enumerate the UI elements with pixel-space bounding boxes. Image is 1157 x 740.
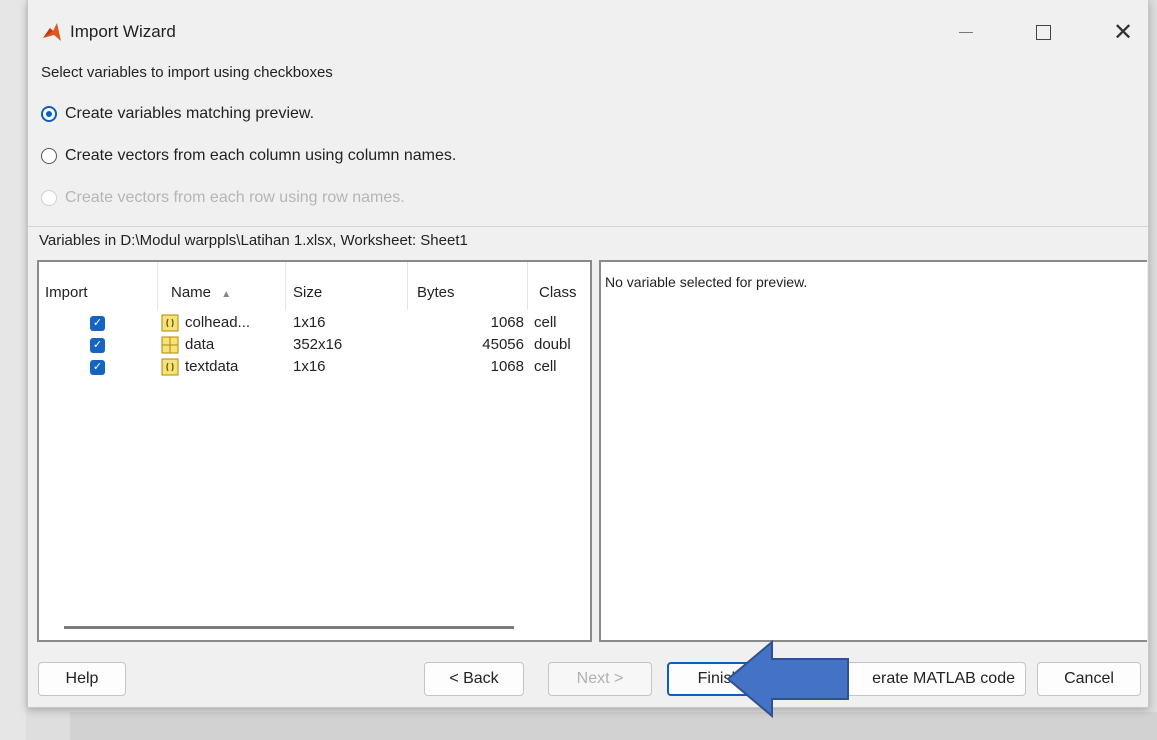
variable-bytes: 1068 xyxy=(490,358,524,375)
radio-label: Create vectors from each column using co… xyxy=(65,147,457,164)
column-header-class[interactable]: Class xyxy=(539,284,577,301)
radio-button-disabled xyxy=(41,190,57,206)
maximize-icon xyxy=(1035,24,1051,40)
instruction-text: Select variables to import using checkbo… xyxy=(41,64,333,81)
minimize-icon xyxy=(959,31,973,33)
preview-panel: No variable selected for preview. xyxy=(599,260,1147,642)
variable-bytes: 45056 xyxy=(482,336,524,353)
matlab-logo-icon xyxy=(43,23,61,41)
cancel-button[interactable]: Cancel xyxy=(1037,662,1141,696)
back-button[interactable]: < Back xyxy=(424,662,524,696)
column-divider xyxy=(157,262,158,310)
preview-message: No variable selected for preview. xyxy=(605,274,808,290)
column-header-bytes[interactable]: Bytes xyxy=(417,284,455,301)
column-header-label: Name xyxy=(171,284,212,301)
background-area xyxy=(0,0,26,740)
variable-name: textdata xyxy=(185,358,239,375)
import-checkbox[interactable]: ✓ xyxy=(90,360,105,375)
radio-label: Create variables matching preview. xyxy=(65,105,315,122)
import-checkbox[interactable]: ✓ xyxy=(90,338,105,353)
column-divider xyxy=(285,262,286,310)
variables-table[interactable]: Import Name ▲ Size Bytes Class ✓ colhead… xyxy=(37,260,592,642)
variable-size: 1x16 xyxy=(293,358,326,375)
horizontal-scrollbar[interactable] xyxy=(64,626,514,629)
annotation-arrow-icon xyxy=(726,640,849,718)
close-button[interactable]: ✕ xyxy=(1103,16,1143,48)
radio-label: Create vectors from each row using row n… xyxy=(65,189,405,206)
cell-icon xyxy=(161,358,179,376)
variable-size: 352x16 xyxy=(293,336,343,353)
column-header-size[interactable]: Size xyxy=(293,284,322,301)
next-button: Next > xyxy=(548,662,652,696)
variables-source-label: Variables in D:\Modul warppls\Latihan 1.… xyxy=(39,232,468,249)
sort-ascending-icon: ▲ xyxy=(221,289,232,300)
help-button[interactable]: Help xyxy=(38,662,126,696)
radio-create-columns[interactable]: Create vectors from each column using co… xyxy=(41,147,456,165)
window-title: Import Wizard xyxy=(70,22,176,41)
column-header-name[interactable]: Name ▲ xyxy=(171,284,231,301)
variable-name: data xyxy=(185,336,215,353)
background-taskbar-area xyxy=(70,712,1157,740)
column-divider xyxy=(527,262,528,310)
close-icon: ✕ xyxy=(1112,18,1134,46)
variable-size: 1x16 xyxy=(293,314,326,331)
title-bar[interactable]: Import Wizard ✕ xyxy=(28,0,1148,62)
variable-class: cell xyxy=(534,314,557,331)
matrix-icon xyxy=(161,336,179,354)
minimize-button[interactable] xyxy=(946,16,986,48)
radio-button-checked[interactable] xyxy=(41,106,57,122)
radio-button[interactable] xyxy=(41,148,57,164)
radio-create-matching[interactable]: Create variables matching preview. xyxy=(41,105,314,123)
variable-class: cell xyxy=(534,358,557,375)
cell-icon xyxy=(161,314,179,332)
table-row[interactable]: ✓ data 352x16 45056 doubl xyxy=(39,336,590,356)
column-divider xyxy=(407,262,408,310)
variable-bytes: 1068 xyxy=(490,314,524,331)
radio-create-rows: Create vectors from each row using row n… xyxy=(41,189,405,207)
table-row[interactable]: ✓ textdata 1x16 1068 cell xyxy=(39,358,590,378)
import-checkbox[interactable]: ✓ xyxy=(90,316,105,331)
variable-class: doubl xyxy=(534,336,571,353)
import-wizard-window: Import Wizard ✕ Select variables to impo… xyxy=(27,0,1149,708)
variable-name: colhead... xyxy=(185,314,251,331)
column-header-import[interactable]: Import xyxy=(45,284,88,301)
table-row[interactable]: ✓ colhead... 1x16 1068 cell xyxy=(39,314,590,334)
divider xyxy=(28,226,1148,227)
maximize-button[interactable] xyxy=(1023,16,1063,48)
